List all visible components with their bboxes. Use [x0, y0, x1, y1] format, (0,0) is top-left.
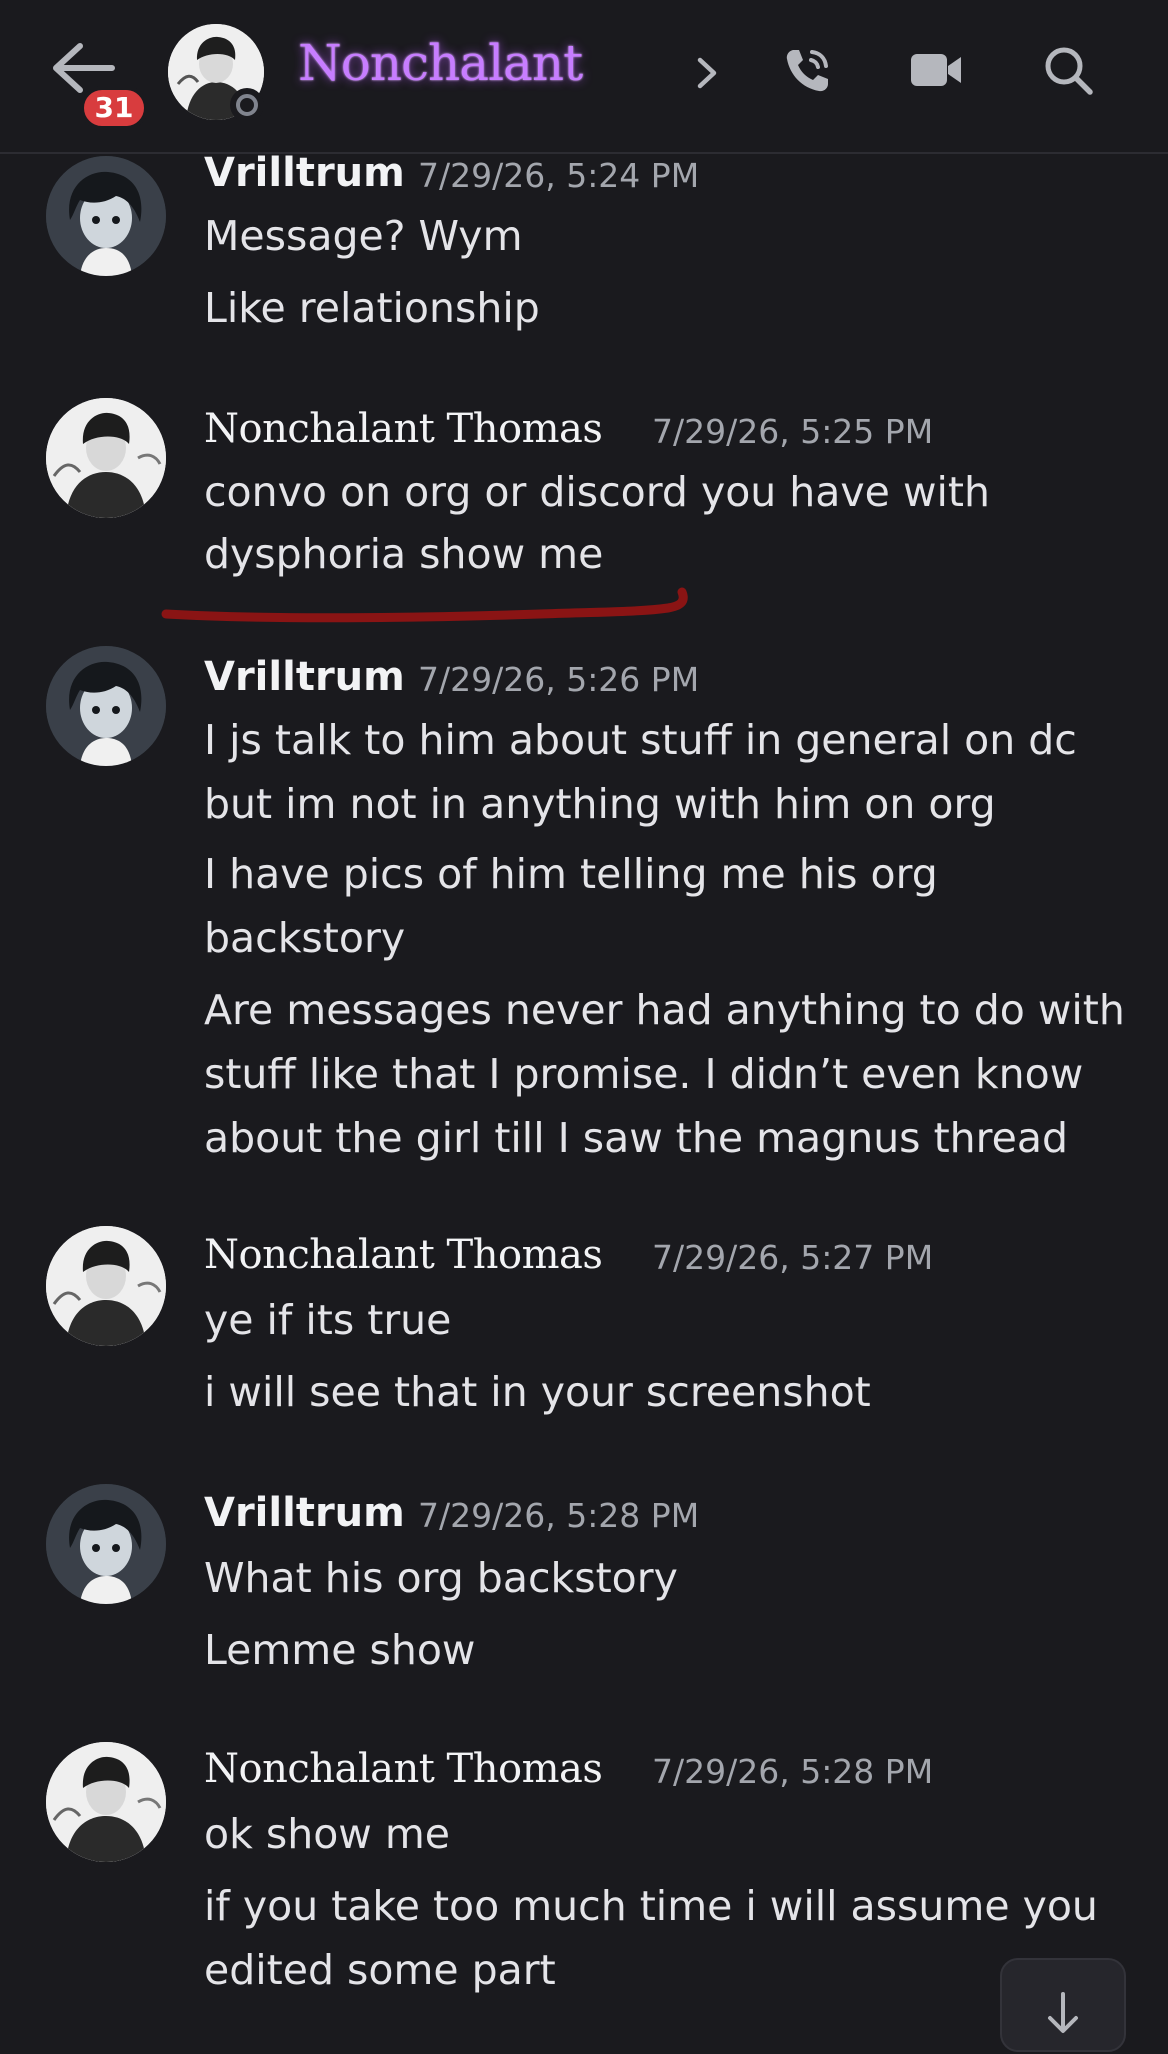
message-text: dysphoria show me — [204, 530, 604, 578]
avatar[interactable] — [46, 646, 166, 766]
message-text: if you take too much time i will assume … — [204, 1882, 1098, 1930]
avatar[interactable] — [46, 1742, 166, 1862]
message-timestamp: 7/29/26, 5:28 PM — [652, 1752, 934, 1791]
message-text: stuff like that I promise. I didn’t even… — [204, 1050, 1084, 1098]
arrow-down-icon — [1048, 1992, 1078, 2033]
author-name[interactable]: Vrilltrum — [204, 1490, 405, 1536]
author-name[interactable]: Nonchalant Thomas — [204, 1232, 603, 1278]
message-text: ok show me — [204, 1810, 451, 1858]
author-name[interactable]: Nonchalant Thomas — [204, 1746, 603, 1792]
search-icon[interactable] — [1040, 42, 1096, 98]
chevron-right-icon[interactable] — [690, 48, 726, 98]
message-text: Message? Wym — [204, 212, 523, 260]
message-text: Are messages never had anything to do wi… — [204, 986, 1125, 1034]
message-text: about the girl till I saw the magnus thr… — [204, 1114, 1068, 1162]
message-timestamp: 7/29/26, 5:25 PM — [652, 412, 934, 451]
message-text: ye if its true — [204, 1296, 452, 1344]
author-name[interactable]: Vrilltrum — [204, 654, 405, 700]
message-timestamp: 7/29/26, 5:27 PM — [652, 1238, 934, 1277]
message-text: convo on org or discord you have with — [204, 468, 990, 516]
red-underline-annotation — [161, 587, 688, 623]
avatar[interactable] — [46, 398, 166, 518]
message-text: edited some part — [204, 1946, 556, 1994]
message-timestamp: 7/29/26, 5:28 PM — [418, 1496, 700, 1535]
message-timestamp: 7/29/26, 5:26 PM — [418, 660, 700, 699]
phone-call-icon[interactable] — [780, 42, 836, 98]
message-text: What his org backstory — [204, 1554, 678, 1602]
jump-to-present-button[interactable] — [1000, 1958, 1126, 2052]
message-timestamp: 7/29/26, 5:24 PM — [418, 156, 700, 195]
unread-badge: 31 — [80, 86, 148, 130]
avatar[interactable] — [46, 1484, 166, 1604]
message-text: but im not in anything with him on org — [204, 780, 996, 828]
author-name[interactable]: Nonchalant Thomas — [204, 406, 603, 452]
video-camera-icon[interactable] — [908, 42, 964, 98]
message-text: I have pics of him telling me his org — [204, 850, 938, 898]
message-text: Lemme show — [204, 1626, 476, 1674]
message-text: i will see that in your screenshot — [204, 1368, 871, 1416]
status-indicator-icon — [230, 88, 264, 122]
message-text: I js talk to him about stuff in general … — [204, 716, 1077, 764]
avatar[interactable] — [46, 1226, 166, 1346]
chat-header: 31 Nonchalant — [0, 0, 1168, 154]
author-name[interactable]: Vrilltrum — [204, 150, 405, 196]
channel-title[interactable]: Nonchalant — [298, 34, 583, 92]
message-text: backstory — [204, 914, 406, 962]
avatar[interactable] — [46, 156, 166, 276]
message-text: Like relationship — [204, 284, 540, 332]
